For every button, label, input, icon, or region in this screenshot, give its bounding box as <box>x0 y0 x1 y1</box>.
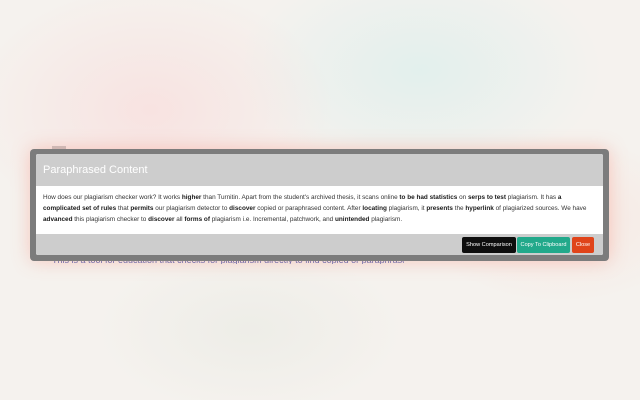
paraphrased-text-bold-run: advanced <box>43 215 73 223</box>
paraphrased-text-run: this plagiarism checker to <box>72 215 149 223</box>
paraphrased-text-run: of plagiarized sources. We have <box>493 204 587 212</box>
modal-title: Paraphrased Content <box>43 164 148 176</box>
paraphrased-text-run: all <box>174 215 185 223</box>
paraphrased-text-bold-run: discover <box>229 204 256 212</box>
paraphrased-text-bold-run: discover <box>148 215 175 223</box>
paraphrased-text-run: plagiarism. <box>369 215 403 223</box>
paraphrased-text: How does our plagiarism checker work? It… <box>43 193 593 225</box>
modal-footer: Show Comparison Copy To Clipboard Close <box>36 234 603 255</box>
show-comparison-button[interactable]: Show Comparison <box>462 237 516 253</box>
paraphrased-text-run: How does our plagiarism checker work? It… <box>43 194 182 201</box>
paraphrased-text-bold-run: unintended <box>335 215 370 223</box>
paraphrased-text-bold-run: presents <box>426 204 453 212</box>
paraphrased-text-bold-run: locating <box>362 204 387 212</box>
paraphrased-text-bold-run: forms of <box>184 215 210 223</box>
paraphrased-text-bold-run: serps to test <box>467 194 506 201</box>
paraphrased-text-run: than Turnitin. Apart from the student's … <box>201 194 400 201</box>
close-button[interactable]: Close <box>572 237 594 253</box>
paraphrased-text-run: on <box>457 194 468 201</box>
paraphrased-text-bold-run: higher <box>181 194 202 201</box>
modal-overlay-frame: Paraphrased Content How does our plagiar… <box>30 149 609 261</box>
modal-header: Paraphrased Content <box>36 154 603 186</box>
paraphrased-text-bold-run: permits <box>130 204 154 212</box>
paraphrased-text-bold-run: to be had statistics <box>399 194 458 201</box>
paraphrased-text-run: our plagiarism detector to <box>153 204 230 212</box>
paraphrased-text-run: plagiarism, it <box>386 204 427 212</box>
paraphrased-text-run: plagiarism. It has <box>506 194 558 201</box>
paraphrased-content-modal: Paraphrased Content How does our plagiar… <box>36 154 603 255</box>
paraphrased-text-run: plagiarism i.e. Incremental, patchwork, … <box>209 215 335 223</box>
copy-to-clipboard-button[interactable]: Copy To Clipboard <box>517 237 570 253</box>
paraphrased-text-bold-run: hyperlink <box>465 204 494 212</box>
paraphrased-text-run: that <box>116 204 131 212</box>
paraphrased-text-run: copied or paraphrased content. After <box>255 204 363 212</box>
paraphrased-text-run: the <box>452 204 466 212</box>
